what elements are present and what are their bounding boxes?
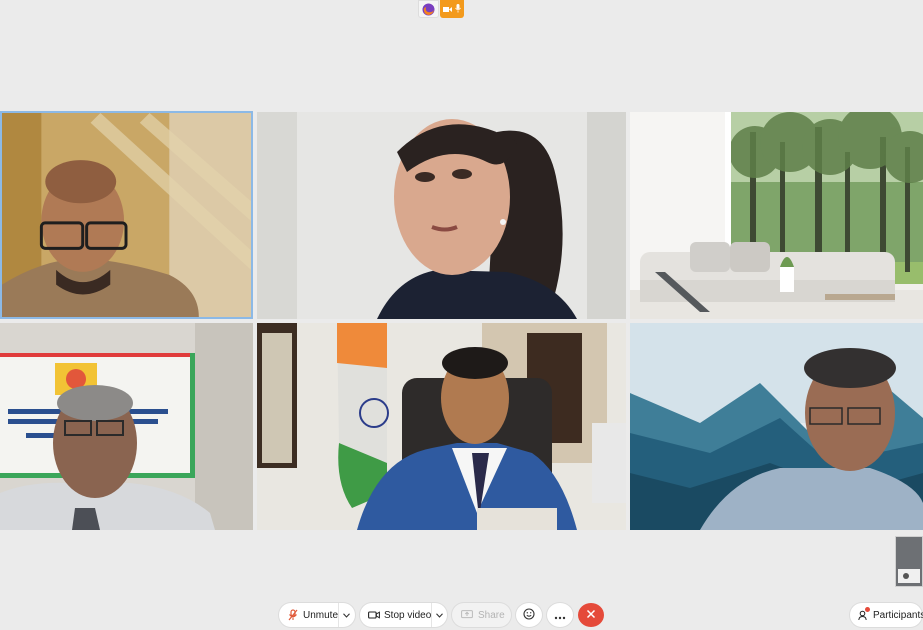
participant-video (257, 112, 626, 319)
microphone-icon (455, 2, 461, 16)
participant-video-tile[interactable] (0, 323, 253, 530)
participant-video-tile[interactable] (257, 112, 626, 319)
chevron-down-icon[interactable] (338, 603, 356, 627)
participant-video-tile[interactable] (0, 111, 253, 319)
participant-video (2, 113, 251, 317)
self-view-video (896, 537, 922, 586)
unmute-button[interactable]: Unmute (279, 603, 355, 627)
notification-dot (865, 607, 870, 612)
meeting-toolbar: Unmute Stop video Share Participants (0, 600, 923, 630)
leave-meeting-button[interactable] (578, 603, 604, 627)
share-button[interactable]: Share (452, 603, 511, 627)
participants-button[interactable]: Participants (850, 603, 923, 627)
chevron-down-icon[interactable] (431, 603, 449, 627)
participant-video (257, 323, 626, 530)
participant-video-tile[interactable] (630, 112, 923, 319)
participant-video-tile[interactable] (630, 323, 923, 530)
camera-icon (443, 2, 452, 16)
share-label: Share (478, 609, 505, 621)
stop-video-button[interactable]: Stop video (360, 603, 447, 627)
sharing-indicators (418, 0, 464, 18)
virtual-background (630, 323, 923, 530)
participants-label: Participants (873, 609, 923, 621)
share-screen-icon (460, 608, 474, 622)
participant-video-tile[interactable] (257, 323, 626, 530)
muted-microphone-icon (287, 608, 299, 622)
more-options-button[interactable] (547, 603, 573, 627)
stop-video-label: Stop video (384, 609, 432, 621)
firefox-icon (418, 0, 439, 18)
self-view-thumbnail[interactable] (895, 536, 923, 587)
reactions-button[interactable] (516, 603, 542, 627)
camera-and-mic-indicator[interactable] (440, 0, 464, 18)
virtual-background (630, 112, 923, 319)
smiley-icon (523, 607, 535, 623)
video-camera-icon (368, 608, 380, 622)
unmute-label: Unmute (303, 609, 339, 621)
close-icon (586, 609, 596, 622)
more-options-icon (554, 608, 566, 623)
participant-video (0, 323, 253, 530)
